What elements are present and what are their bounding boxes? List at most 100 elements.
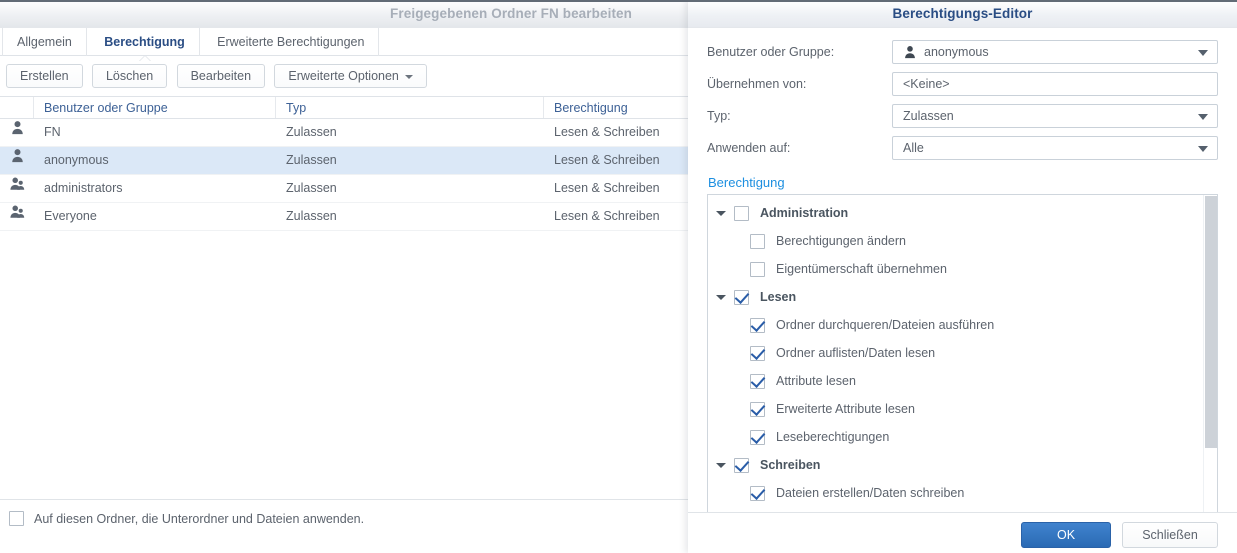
tree-node-leseberechtigungen[interactable]: Leseberechtigungen — [708, 423, 1203, 451]
table-row[interactable]: Everyone Zulassen Lesen & Schreiben — [0, 203, 690, 231]
checkbox-eigentuemerschaft-uebernehmen[interactable] — [750, 261, 765, 277]
inherit-from-value: <Keine> — [903, 77, 950, 91]
checkbox-erweiterte-attribute-lesen[interactable] — [750, 401, 765, 417]
checkbox-leseberechtigungen[interactable] — [750, 429, 765, 445]
user-icon — [10, 119, 25, 145]
checkbox-administration[interactable] — [734, 205, 749, 221]
permission-toolbar: Erstellen Löschen Bearbeiten Erweiterte … — [0, 56, 690, 96]
permission-editor-dialog: Berechtigungs-Editor Benutzer oder Grupp… — [688, 0, 1237, 553]
apply-to-select[interactable]: Alle — [892, 136, 1218, 160]
row-name: administrators — [44, 181, 123, 195]
create-button-label: Erstellen — [20, 69, 69, 83]
grid-header-name[interactable]: Benutzer oder Gruppe — [34, 97, 276, 118]
create-button[interactable]: Erstellen — [6, 64, 83, 88]
tree-node-attribute-lesen[interactable]: Attribute lesen — [708, 367, 1203, 395]
advanced-options-button[interactable]: Erweiterte Optionen — [274, 64, 427, 88]
tab-berechtigung[interactable]: Berechtigung — [90, 28, 200, 56]
grid-header-type[interactable]: Typ — [276, 97, 544, 118]
chevron-down-icon[interactable] — [708, 294, 734, 300]
type-value: Zulassen — [903, 109, 954, 123]
table-row[interactable]: administrators Zulassen Lesen & Schreibe… — [0, 175, 690, 203]
apply-to-subfolders-checkbox[interactable] — [9, 511, 24, 526]
apply-to-label: Anwenden auf: — [707, 141, 791, 155]
user-icon — [903, 45, 917, 59]
permission-editor-titlebar: Berechtigungs-Editor — [688, 2, 1237, 28]
inherit-from-label: Übernehmen von: — [707, 77, 807, 91]
dialog-title: Freigegebenen Ordner FN bearbeiten — [390, 6, 632, 21]
tree-node-erweiterte-attribute-lesen[interactable]: Erweiterte Attribute lesen — [708, 395, 1203, 423]
row-icon-cell — [0, 175, 34, 202]
row-name: Everyone — [44, 209, 97, 223]
permission-tree-content: Administration Berechtigungen ändern Eig… — [708, 195, 1203, 517]
row-type: Zulassen — [286, 209, 337, 223]
tree-node-label: Dateien erstellen/Daten schreiben — [776, 486, 965, 500]
tree-node-schreiben[interactable]: Schreiben — [708, 451, 1203, 479]
row-icon-cell — [0, 119, 34, 146]
row-name: FN — [44, 125, 61, 139]
field-row-apply-to: Anwenden auf: Alle — [707, 132, 1218, 164]
tree-node-berechtigungen-aendern[interactable]: Berechtigungen ändern — [708, 227, 1203, 255]
tree-node-dateien-erstellen[interactable]: Dateien erstellen/Daten schreiben — [708, 479, 1203, 507]
dialog-footer: Auf diesen Ordner, die Unterordner und D… — [0, 499, 690, 553]
checkbox-attribute-lesen[interactable] — [750, 373, 765, 389]
tree-node-lesen[interactable]: Lesen — [708, 283, 1203, 311]
tree-node-label: Administration — [760, 206, 849, 220]
user-or-group-value: anonymous — [924, 45, 989, 59]
tab-erweiterte-berechtigungen[interactable]: Erweiterte Berechtigungen — [203, 28, 380, 56]
tree-node-ordner-auflisten[interactable]: Ordner auflisten/Daten lesen — [708, 339, 1203, 367]
tree-node-label: Attribute lesen — [776, 374, 856, 388]
grid-header-permission[interactable]: Berechtigung — [544, 97, 690, 118]
field-row-inherit-from: Übernehmen von: <Keine> — [707, 68, 1218, 100]
close-button[interactable]: Schließen — [1122, 522, 1218, 548]
screen: Freigegebenen Ordner FN bearbeiten Allge… — [0, 0, 1237, 553]
chevron-down-icon — [1198, 50, 1208, 56]
checkbox-dateien-erstellen[interactable] — [750, 485, 765, 501]
tree-node-label: Berechtigungen ändern — [776, 234, 906, 248]
permission-tree: Administration Berechtigungen ändern Eig… — [707, 194, 1218, 518]
chevron-down-icon[interactable] — [708, 210, 734, 216]
tab-label: Erweiterte Berechtigungen — [217, 35, 365, 49]
ok-button[interactable]: OK — [1021, 522, 1111, 548]
row-type: Zulassen — [286, 125, 337, 139]
grid-header-icon-col[interactable] — [0, 97, 34, 118]
tree-node-label: Eigentümerschaft übernehmen — [776, 262, 947, 276]
field-row-type: Typ: Zulassen — [707, 100, 1218, 132]
checkbox-ordner-durchqueren[interactable] — [750, 317, 765, 333]
tree-node-label: Schreiben — [760, 458, 821, 472]
group-icon — [9, 175, 25, 201]
user-or-group-label: Benutzer oder Gruppe: — [707, 45, 835, 59]
user-or-group-select[interactable]: anonymous — [892, 40, 1218, 64]
tree-node-label: Leseberechtigungen — [776, 430, 890, 444]
tree-node-administration[interactable]: Administration — [708, 199, 1203, 227]
row-icon-cell — [0, 147, 34, 174]
checkbox-berechtigungen-aendern[interactable] — [750, 233, 765, 249]
table-row[interactable]: anonymous Zulassen Lesen & Schreiben — [0, 147, 690, 175]
edit-button[interactable]: Bearbeiten — [176, 64, 266, 88]
tree-node-ordner-durchqueren[interactable]: Ordner durchqueren/Dateien ausführen — [708, 311, 1203, 339]
tree-node-label: Erweiterte Attribute lesen — [776, 402, 915, 416]
chevron-down-icon — [404, 74, 413, 79]
apply-to-value: Alle — [903, 141, 924, 155]
table-row[interactable]: FN Zulassen Lesen & Schreiben — [0, 119, 690, 147]
permission-section-title: Berechtigung — [708, 175, 785, 190]
tab-allgemein[interactable]: Allgemein — [2, 28, 87, 56]
checkbox-schreiben[interactable] — [734, 457, 749, 473]
tree-node-eigentuemerschaft-uebernehmen[interactable]: Eigentümerschaft übernehmen — [708, 255, 1203, 283]
inherit-from-field: <Keine> — [892, 72, 1218, 96]
chevron-down-icon — [1198, 146, 1208, 152]
permission-editor-title: Berechtigungs-Editor — [892, 6, 1033, 21]
apply-to-subfolders-label: Auf diesen Ordner, die Unterordner und D… — [34, 511, 365, 526]
tree-node-label: Lesen — [760, 290, 797, 304]
dialog-titlebar: Freigegebenen Ordner FN bearbeiten — [0, 2, 690, 28]
field-row-user-or-group: Benutzer oder Gruppe: anonymous — [707, 36, 1218, 68]
checkbox-ordner-auflisten[interactable] — [750, 345, 765, 361]
delete-button[interactable]: Löschen — [91, 64, 168, 88]
row-permission: Lesen & Schreiben — [554, 153, 660, 167]
scrollbar-thumb[interactable] — [1205, 196, 1217, 448]
chevron-down-icon[interactable] — [708, 462, 734, 468]
type-select[interactable]: Zulassen — [892, 104, 1218, 128]
checkbox-lesen[interactable] — [734, 289, 749, 305]
row-type: Zulassen — [286, 153, 337, 167]
permission-tree-scrollbar[interactable] — [1203, 195, 1217, 517]
tree-node-label: Ordner durchqueren/Dateien ausführen — [776, 318, 995, 332]
